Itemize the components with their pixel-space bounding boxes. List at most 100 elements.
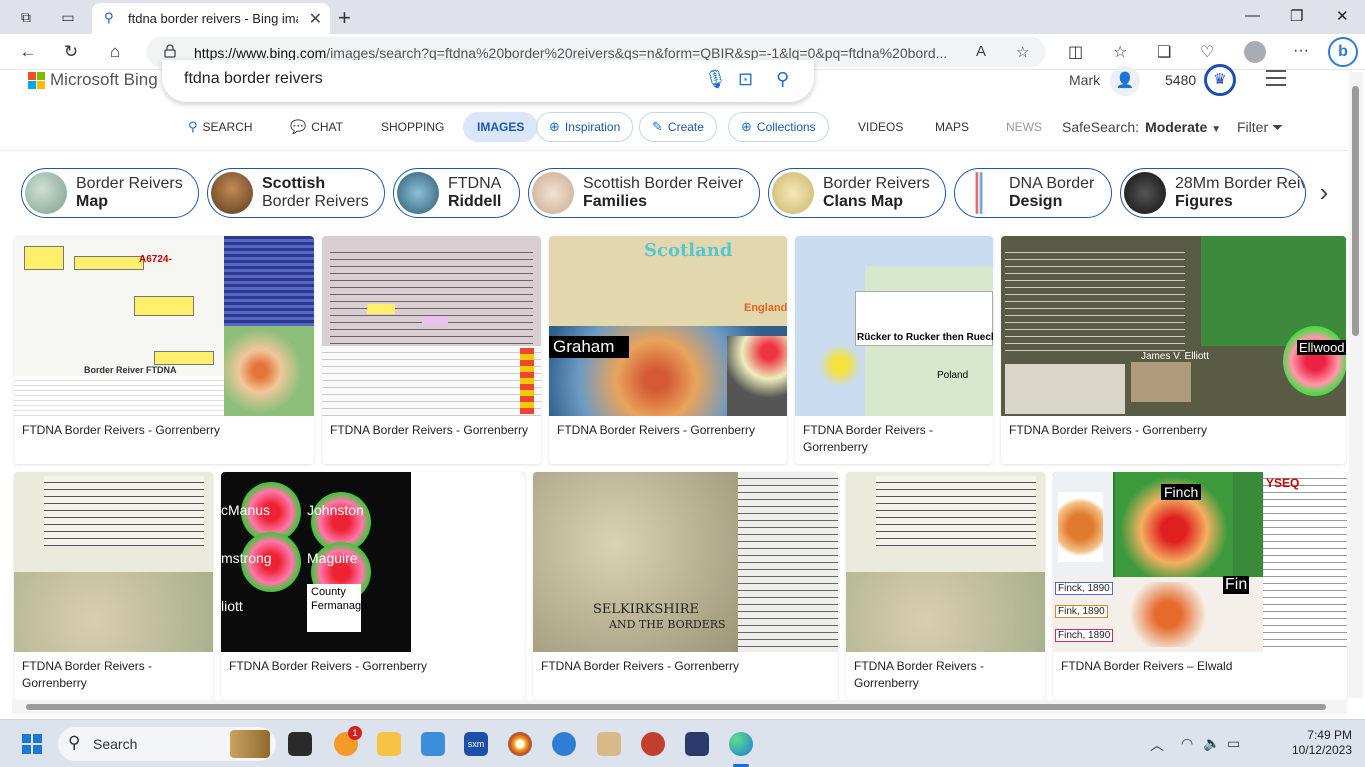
minimize-button[interactable]: — — [1245, 7, 1260, 24]
chevron-up-icon[interactable]: ︿ — [1150, 735, 1164, 755]
windows-start-icon[interactable] — [22, 734, 42, 754]
favorite-star-icon[interactable]: ☆ — [1016, 43, 1029, 61]
result-image[interactable] — [14, 472, 213, 652]
result-image[interactable]: Rücker to Rucker then Ruecker Poland — [795, 236, 993, 416]
bing-copilot-icon[interactable]: b — [1328, 37, 1358, 67]
more-menu-icon[interactable]: ··· — [1293, 42, 1309, 60]
wifi-icon[interactable]: ◠ — [1181, 735, 1193, 752]
chevron-right-icon[interactable]: › — [1306, 170, 1342, 216]
edge-icon[interactable] — [729, 732, 753, 756]
related-search-pill[interactable]: Border Reivers Clans Map — [768, 168, 946, 218]
image-result[interactable]: SELKIRKSHIRE AND THE BORDERS FTDNA Borde… — [533, 472, 838, 700]
file-explorer-icon[interactable] — [377, 732, 401, 756]
hamburger-menu-icon[interactable] — [1266, 70, 1286, 86]
tab-news[interactable]: NEWS — [1006, 112, 1042, 142]
new-tab-button[interactable]: + — [338, 5, 351, 31]
scrollbar-thumb[interactable] — [26, 704, 1326, 710]
notepad-icon[interactable] — [421, 732, 445, 756]
related-search-pill[interactable]: Scottish Border Reivers — [207, 168, 385, 218]
related-thumbnail — [772, 172, 814, 214]
refresh-button[interactable]: ↻ — [59, 40, 83, 64]
image-result[interactable]: cManus Johnston mstrong Maguire liott Co… — [221, 472, 525, 700]
image-result[interactable]: Finch YSEQ Finck, 1890 Fink, 1890 Finch,… — [1053, 472, 1347, 700]
rewards-points[interactable]: 5480 — [1165, 72, 1196, 88]
restore-button[interactable]: ❐ — [1290, 7, 1303, 25]
visual-search-icon[interactable]: ⊡ — [738, 69, 753, 90]
search-icon: ⚲ — [104, 10, 114, 25]
result-image[interactable]: cManus Johnston mstrong Maguire liott Co… — [221, 472, 525, 652]
related-thumbnail — [25, 172, 67, 214]
home-button[interactable]: ⌂ — [103, 40, 127, 64]
battery-icon[interactable]: ▭ — [1227, 735, 1240, 752]
search-icon: ⚲ — [68, 733, 81, 752]
close-tab-icon[interactable]: ✕ — [309, 9, 322, 29]
taskbar-clock[interactable]: 7:49 PM 10/12/2023 — [1264, 728, 1352, 758]
app-icon[interactable] — [685, 732, 709, 756]
result-image[interactable] — [322, 236, 541, 416]
search-icon[interactable]: ⚲ — [776, 69, 789, 90]
app-icon[interactable] — [552, 732, 576, 756]
extensions-icon[interactable]: ♡ — [1200, 42, 1214, 62]
profile-avatar[interactable] — [1244, 41, 1266, 63]
related-search-pill[interactable]: 28Mm Border ReiversFigures — [1120, 168, 1306, 218]
tab-videos[interactable]: VIDEOS — [858, 112, 903, 142]
notification-badge: 1 — [348, 726, 362, 740]
favorites-icon[interactable]: ☆ — [1113, 42, 1127, 62]
app-icon[interactable] — [597, 732, 621, 756]
workspaces-icon[interactable]: ⧉ — [16, 7, 36, 27]
related-search-pill[interactable]: Scottish Border Reiver Families — [528, 168, 760, 218]
tab-chat[interactable]: 💬 CHAT — [290, 112, 343, 142]
filter-button[interactable]: Filter ⏷ — [1237, 119, 1283, 136]
back-button[interactable]: ← — [16, 40, 40, 64]
related-search-pill[interactable]: Border Reivers Map — [21, 168, 199, 218]
tab-search[interactable]: ⚲ SEARCH — [188, 112, 253, 142]
inspiration-button[interactable]: ⊕ Inspiration — [536, 112, 634, 142]
result-image[interactable]: Scotland England Graham — [549, 236, 787, 416]
task-view-icon[interactable] — [288, 732, 312, 756]
related-search-pill[interactable]: FTDNA Riddell — [393, 168, 520, 218]
app-icon[interactable] — [641, 732, 665, 756]
user-name[interactable]: Mark — [1069, 72, 1100, 88]
image-result[interactable]: FTDNA Border Reivers - Gorrenberry — [846, 472, 1045, 700]
search-highlight-icon — [230, 730, 270, 758]
read-aloud-icon[interactable]: A — [976, 43, 986, 60]
siriusxm-icon[interactable]: sxm — [464, 732, 488, 756]
image-result[interactable]: FTDNA Border Reivers - Gorrenberry — [322, 236, 541, 464]
image-result[interactable]: FTDNA Border Reivers - Gorrenberry — [14, 472, 213, 700]
microphone-icon[interactable]: 🎙 — [704, 69, 727, 90]
tab-actions-icon[interactable]: ▭ — [58, 7, 78, 27]
result-image[interactable]: A6724- Border Reiver FTDNA — [14, 236, 314, 416]
volume-icon[interactable]: 🔈 — [1203, 735, 1220, 752]
collections-button[interactable]: ⊕ Collections — [728, 112, 829, 142]
image-result[interactable]: Rücker to Rucker then Ruecker Poland FTD… — [795, 236, 993, 464]
user-avatar-icon[interactable]: 👤 — [1110, 66, 1140, 96]
rewards-medal-icon[interactable]: ♛ — [1204, 64, 1236, 96]
browser-tab-active[interactable]: ⚲ ftdna border reivers - Bing images ✕ — [92, 3, 330, 34]
close-window-button[interactable]: ✕ — [1336, 7, 1349, 25]
tab-maps[interactable]: MAPS — [935, 112, 969, 142]
collections-icon[interactable]: ❏ — [1157, 42, 1171, 62]
windows-taskbar: ⚲ Search 1 sxm ︿ ◠ 🔈 ▭ 7:49 PM 10/12/202… — [0, 719, 1365, 767]
chrome-icon[interactable] — [508, 732, 532, 756]
tab-shopping[interactable]: SHOPPING — [381, 112, 444, 142]
result-image[interactable]: Finch YSEQ Finck, 1890 Fink, 1890 Finch,… — [1053, 472, 1347, 652]
related-search-pill[interactable]: DNA Border Design — [954, 168, 1112, 218]
image-result[interactable]: Scotland England Graham FTDNA Border Rei… — [549, 236, 787, 464]
vertical-scrollbar[interactable] — [1349, 72, 1363, 698]
bing-logo[interactable]: Microsoft Bing — [28, 70, 158, 89]
result-image[interactable]: SELKIRKSHIRE AND THE BORDERS — [533, 472, 838, 652]
result-image[interactable] — [846, 472, 1045, 652]
app-icon[interactable]: 1 — [334, 726, 362, 756]
split-screen-icon[interactable]: ◫ — [1068, 42, 1083, 62]
taskbar-search[interactable]: ⚲ Search — [58, 727, 276, 761]
tab-images[interactable]: IMAGES — [463, 112, 539, 142]
result-image[interactable]: James V. Elliott Ellwood — [1001, 236, 1346, 416]
safesearch-dropdown[interactable]: SafeSearch: Moderate ▼ — [1062, 119, 1221, 135]
scrollbar-thumb[interactable] — [1352, 86, 1359, 336]
image-result[interactable]: James V. Elliott Ellwood FTDNA Border Re… — [1001, 236, 1346, 464]
horizontal-scrollbar[interactable] — [12, 700, 1347, 714]
create-button[interactable]: ✎ Create — [639, 112, 717, 142]
search-box[interactable]: ftdna border reivers 🎙 ⊡ ⚲ — [162, 60, 814, 102]
search-input[interactable]: ftdna border reivers — [184, 70, 323, 88]
image-result[interactable]: A6724- Border Reiver FTDNA FTDNA Border … — [14, 236, 314, 464]
